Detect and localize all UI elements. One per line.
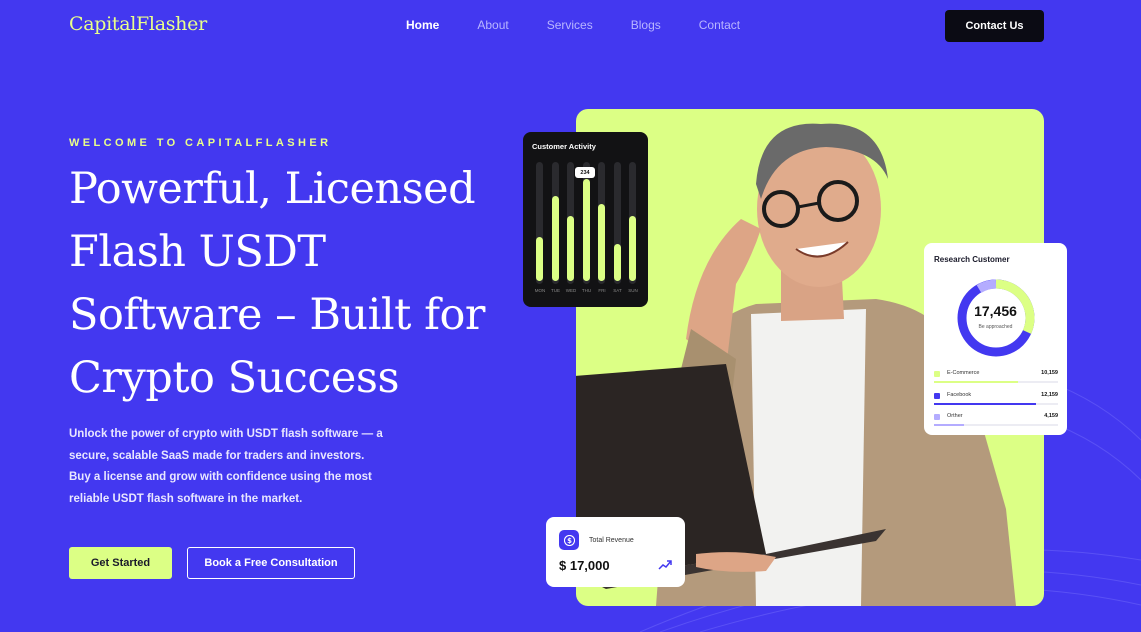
activity-bar-track xyxy=(598,162,605,284)
activity-day-label: TUE xyxy=(551,288,560,293)
total-revenue-card: $ Total Revenue $ 17,000 xyxy=(546,517,685,587)
legend-value: 4,159 xyxy=(1044,413,1058,419)
activity-bar-track xyxy=(536,162,543,284)
legend-value: 12,159 xyxy=(1041,392,1058,398)
nav-item-blogs[interactable]: Blogs xyxy=(631,18,661,32)
activity-bar-track xyxy=(582,162,590,284)
activity-bar-sat xyxy=(613,162,621,287)
activity-bar-mon xyxy=(536,162,543,287)
activity-bar-track xyxy=(629,162,636,284)
hero-description: Unlock the power of crypto with USDT fla… xyxy=(69,428,383,505)
nav-item-home[interactable]: Home xyxy=(406,18,439,32)
activity-day-label: MON xyxy=(534,288,546,293)
activity-bar-fill xyxy=(536,237,543,281)
revenue-label: Total Revenue xyxy=(589,537,634,544)
activity-bar-track xyxy=(567,162,574,284)
legend-progress-track xyxy=(934,424,1058,426)
nav-menu: Home About Services Blogs Contact xyxy=(406,18,778,32)
activity-card-title: Customer Activity xyxy=(532,142,596,151)
legend-swatch xyxy=(934,393,940,399)
legend-label: E-Commerce xyxy=(947,370,980,376)
legend-label: Orther xyxy=(947,413,963,419)
legend-value: 10,159 xyxy=(1041,370,1058,376)
activity-day-label: THU xyxy=(581,288,592,293)
trend-up-icon xyxy=(658,560,672,570)
activity-tooltip: 234 xyxy=(575,167,595,178)
legend-label: Facebook xyxy=(947,392,972,398)
top-navigation: CapitalFlasher Home About Services Blogs… xyxy=(0,0,1141,52)
activity-bar-track xyxy=(613,162,621,284)
activity-bar-fill xyxy=(629,216,636,281)
headline-line: Powerful, Licensed xyxy=(69,164,476,214)
legend-row-other: Orther 4,159 xyxy=(934,413,1058,427)
activity-bar-chart: MON TUE WED THU FRI SAT SUN xyxy=(533,162,639,293)
get-started-button[interactable]: Get Started xyxy=(69,547,172,579)
book-consultation-button[interactable]: Book a Free Consultation xyxy=(187,547,355,579)
activity-bar-thu xyxy=(582,162,590,287)
research-card-title: Research Customer xyxy=(934,255,1010,264)
research-total-subtitle: Be approached xyxy=(978,324,1013,330)
nav-item-contact[interactable]: Contact xyxy=(699,18,740,32)
legend-progress-fill xyxy=(934,381,1019,383)
legend-row-facebook: Facebook 12,159 xyxy=(934,392,1058,406)
activity-bar-fill xyxy=(551,196,559,281)
headline-line: Software – Built for xyxy=(69,290,485,340)
revenue-value: $ 17,000 xyxy=(559,558,610,573)
headline-line: Crypto Success xyxy=(69,353,400,403)
activity-day-label: SUN xyxy=(628,288,638,293)
activity-day-label: FRI xyxy=(598,288,606,293)
activity-bar-sun xyxy=(629,162,636,287)
activity-bar-fill xyxy=(598,204,605,281)
activity-bar-track xyxy=(551,162,559,284)
legend-progress-fill xyxy=(934,403,1036,405)
legend-progress-track xyxy=(934,403,1058,405)
nav-item-about[interactable]: About xyxy=(477,18,508,32)
activity-bar-tue xyxy=(551,162,559,287)
activity-day-label: WED xyxy=(565,288,577,293)
legend-row-ecommerce: E-Commerce 10,159 xyxy=(934,370,1058,384)
activity-day-label: SAT xyxy=(613,288,622,293)
dollar-icon: $ xyxy=(559,530,579,550)
nav-item-services[interactable]: Services xyxy=(547,18,593,32)
legend-progress-fill xyxy=(934,424,964,426)
legend-swatch xyxy=(934,414,940,420)
legend-progress-track xyxy=(934,381,1058,383)
activity-bar-fri xyxy=(598,162,605,287)
activity-bar-wed xyxy=(567,162,574,287)
customer-activity-card: Customer Activity MON TUE WED THU FRI SAT SUN xyxy=(523,132,648,307)
research-customer-card: Research Customer 17,456 Be approached E… xyxy=(924,243,1067,435)
activity-bar-fill xyxy=(613,244,621,281)
headline-line: Flash USDT xyxy=(69,227,326,277)
contact-us-button[interactable]: Contact Us xyxy=(945,10,1044,42)
svg-text:$: $ xyxy=(567,536,572,544)
legend-swatch xyxy=(934,371,940,377)
hero-headline: Powerful, Licensed Flash USDT Software –… xyxy=(69,158,519,410)
activity-bar-fill xyxy=(567,216,574,281)
logo[interactable]: CapitalFlasher xyxy=(69,13,207,35)
research-total: 17,456 xyxy=(974,303,1017,319)
hero-eyebrow: WELCOME TO CAPITALFLASHER xyxy=(69,137,332,149)
activity-bar-fill xyxy=(582,179,590,281)
